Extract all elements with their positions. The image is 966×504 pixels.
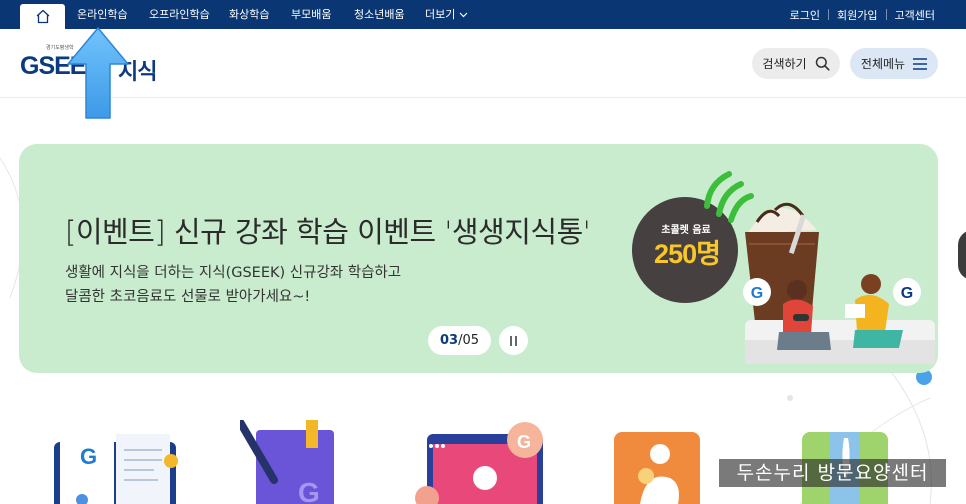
banner-desc-line: 달콤한 초코음료도 선물로 받아가세요~!: [65, 289, 311, 305]
search-button[interactable]: 검색하기: [752, 48, 840, 79]
banner-description: 생활에 지식을 더하는 지식(GSEEK) 신규강좌 학습하고 달콤한 초코음료…: [65, 261, 401, 309]
slide-total: /05: [458, 333, 479, 348]
pause-button[interactable]: [499, 326, 528, 355]
nav-item-offline[interactable]: 오프라인학습: [149, 0, 210, 29]
nav-item-youth[interactable]: 청소년배움: [354, 0, 405, 29]
signup-link[interactable]: 회원가입: [837, 7, 877, 23]
slide-current: 03: [439, 333, 459, 348]
category-parents-icon[interactable]: [610, 420, 705, 504]
pause-icon: [509, 331, 519, 350]
utility-links: 로그인 회원가입 고객센터: [790, 0, 935, 29]
banner-desc-line: 생활에 지식을 더하는 지식(GSEEK) 신규강좌 학습하고: [65, 265, 402, 281]
home-tab[interactable]: [20, 4, 65, 29]
divider: [885, 9, 887, 20]
svg-text:G: G: [298, 477, 320, 504]
slide-counter: 03 /05: [428, 326, 491, 355]
event-banner[interactable]: [이벤트] 신규 강좌 학습 이벤트 '생생지식통' 생활에 지식을 더하는 지…: [19, 144, 938, 373]
category-online-icon[interactable]: G: [50, 420, 185, 504]
svg-text:G: G: [80, 444, 97, 469]
all-menu-button[interactable]: 전체메뉴: [850, 48, 938, 79]
chevron-down-icon: [459, 12, 468, 17]
category-video-icon[interactable]: G: [415, 420, 550, 504]
home-icon: [36, 9, 49, 24]
more-label: 더보기: [425, 8, 456, 21]
svg-text:G: G: [901, 285, 913, 302]
up-arrow-icon: [67, 27, 129, 119]
login-link[interactable]: 로그인: [790, 7, 820, 23]
side-slider-handle[interactable]: [958, 230, 966, 280]
divider: [828, 9, 830, 20]
svg-text:G: G: [517, 432, 531, 452]
nav-item-more[interactable]: 더보기: [425, 0, 468, 29]
menu-label: 전체메뉴: [860, 57, 906, 71]
nav-item-video[interactable]: 화상학습: [229, 0, 269, 29]
svg-text:G: G: [751, 285, 763, 302]
help-center-link[interactable]: 고객센터: [895, 7, 935, 23]
wifi-icon: [704, 171, 754, 223]
search-icon: [815, 56, 830, 71]
search-label: 검색하기: [762, 57, 807, 71]
top-nav-bar: 온라인학습 오프라인학습 화상학습 부모배움 청소년배움 더보기 로그인 회원가…: [0, 0, 966, 29]
watermark-caption: 두손누리 방문요양센터: [719, 459, 946, 487]
nav-item-parents[interactable]: 부모배움: [291, 0, 331, 29]
banner-title: [이벤트] 신규 강좌 학습 이벤트 '생생지식통': [65, 215, 591, 249]
category-offline-icon[interactable]: G: [240, 420, 340, 504]
banner-illustration: G G: [704, 171, 935, 364]
nav-item-online[interactable]: 온라인학습: [77, 0, 128, 29]
hamburger-icon: [913, 57, 928, 70]
site-header: 경기도평생학 GSEEK 지식 검색하기 전체메뉴: [0, 29, 966, 98]
